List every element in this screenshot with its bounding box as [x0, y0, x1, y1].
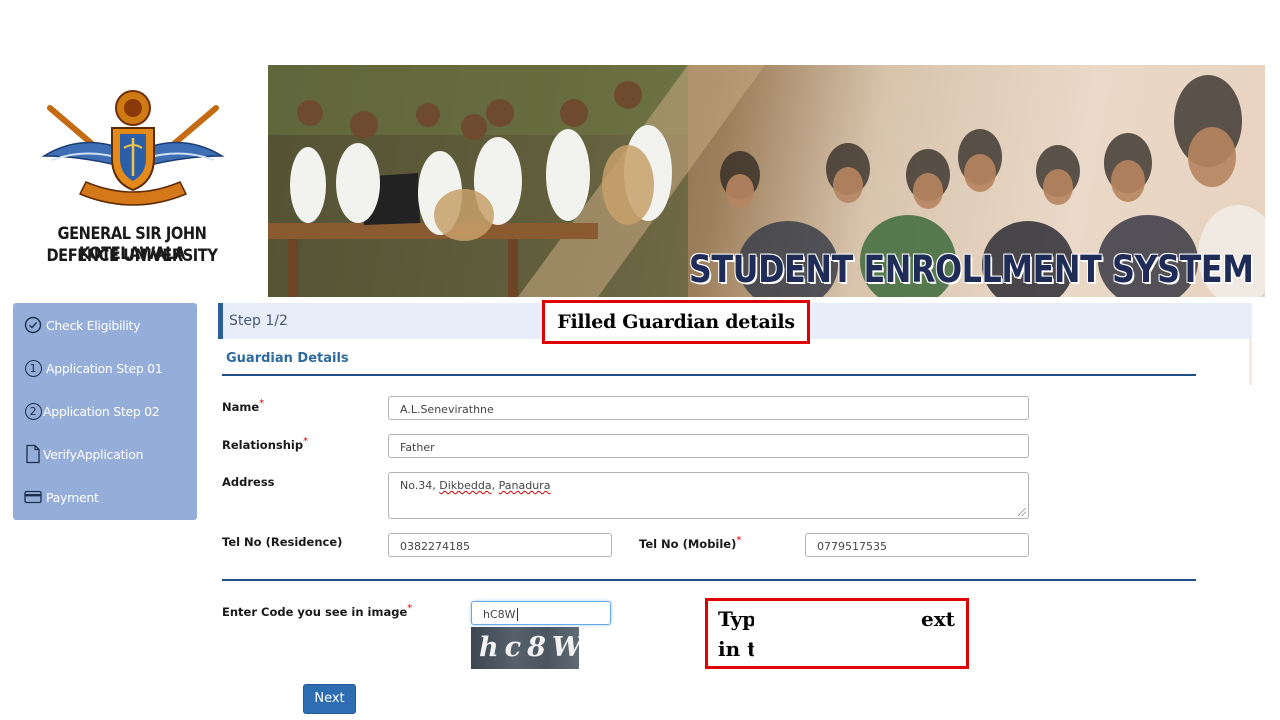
captcha-label-text: Enter Code you see in image: [222, 604, 408, 619]
number-2-circle-icon: 2: [23, 401, 43, 421]
address-prefix: No.34,: [400, 479, 440, 492]
number-1-label: 1: [24, 359, 42, 377]
number-1-circle-icon: 1: [23, 358, 43, 378]
guardian-name-value: A.L.Senevirathne: [400, 403, 494, 416]
sidebar-item-label: Application Step 02: [43, 403, 160, 419]
address-textarea[interactable]: No.34, Dikbedda, Panadura: [388, 472, 1029, 519]
sidebar-item-check-eligibility[interactable]: Check Eligibility: [23, 315, 141, 335]
tel-mobile-label-text: Tel No (Mobile): [639, 536, 737, 551]
name-label: Name*: [222, 398, 264, 414]
sidebar-item-verify-application[interactable]: VerifyApplication: [23, 444, 144, 464]
sidebar-item-label: VerifyApplication: [43, 446, 144, 462]
required-marker: *: [407, 603, 413, 614]
credit-card-icon: [23, 487, 43, 507]
university-name-line2: DEFENCE UNIVERSITY: [46, 246, 218, 266]
required-marker: *: [259, 398, 265, 409]
annotation-box-bottom: Typ ext in th: [705, 598, 969, 669]
section-title: Guardian Details: [226, 351, 349, 366]
sidebar-item-application-step-02[interactable]: 2 Application Step 02: [23, 401, 160, 421]
captcha-input[interactable]: hC8W: [471, 601, 611, 625]
section-divider: [222, 374, 1196, 376]
guardian-name-input[interactable]: A.L.Senevirathne: [388, 396, 1029, 420]
annotation-box-top: Filled Guardian details: [542, 300, 810, 344]
tel-residence-input[interactable]: 0382274185: [388, 533, 612, 557]
header-banner: STUDENT ENROLLMENT SYSTEM: [268, 65, 1265, 297]
sidebar-item-label: Payment: [46, 489, 99, 505]
sidebar-item-label: Check Eligibility: [46, 317, 141, 333]
sidebar: Check Eligibility 1 Application Step 01 …: [13, 303, 197, 520]
next-button[interactable]: Next: [303, 684, 356, 714]
annotation-occlusion: [754, 603, 919, 666]
banner-title: STUDENT ENROLLMENT SYSTEM: [688, 248, 1253, 291]
relationship-label-text: Relationship: [222, 437, 304, 452]
university-crest-icon: [41, 90, 225, 206]
tel-mobile-label: Tel No (Mobile)*: [639, 535, 741, 551]
address-separator: ,: [491, 479, 499, 492]
section-divider: [222, 579, 1196, 581]
tel-mobile-value: 0779517535: [817, 540, 887, 553]
captcha-image: hc8W: [471, 627, 579, 669]
name-label-text: Name: [222, 399, 260, 414]
required-marker: *: [736, 535, 742, 546]
address-word-2: Panadura: [498, 479, 551, 492]
annotation-top-text: Filled Guardian details: [557, 311, 795, 333]
relationship-value: Father: [400, 441, 435, 454]
tel-residence-value: 0382274185: [400, 540, 470, 553]
sidebar-item-payment[interactable]: Payment: [23, 487, 99, 507]
sidebar-item-application-step-01[interactable]: 1 Application Step 01: [23, 358, 163, 378]
relationship-label: Relationship*: [222, 436, 308, 452]
text-cursor: [516, 608, 518, 621]
captcha-label: Enter Code you see in image*: [222, 603, 412, 619]
address-label: Address: [222, 475, 275, 489]
annotation-bottom-text-1a: Typ: [718, 607, 757, 631]
number-2-label: 2: [24, 402, 42, 420]
panel-edge: [1249, 339, 1252, 385]
address-word-1: Dikbedda: [439, 479, 492, 492]
annotation-bottom-text-1b: ext: [921, 607, 955, 631]
document-icon: [23, 444, 43, 464]
resize-handle[interactable]: [1018, 508, 1026, 516]
tel-mobile-input[interactable]: 0779517535: [805, 533, 1029, 557]
tel-residence-label: Tel No (Residence): [222, 535, 343, 549]
sidebar-item-label: Application Step 01: [46, 360, 163, 376]
relationship-input[interactable]: Father: [388, 434, 1029, 458]
required-marker: *: [303, 436, 309, 447]
step-label: Step 1/2: [229, 313, 288, 329]
university-logo: GENERAL SIR JOHN KOTELAWALA DEFENCE UNIV…: [12, 86, 252, 276]
captcha-image-text: hc8W: [479, 632, 579, 663]
check-circle-icon: [23, 315, 43, 335]
captcha-value: hC8W: [483, 608, 516, 621]
